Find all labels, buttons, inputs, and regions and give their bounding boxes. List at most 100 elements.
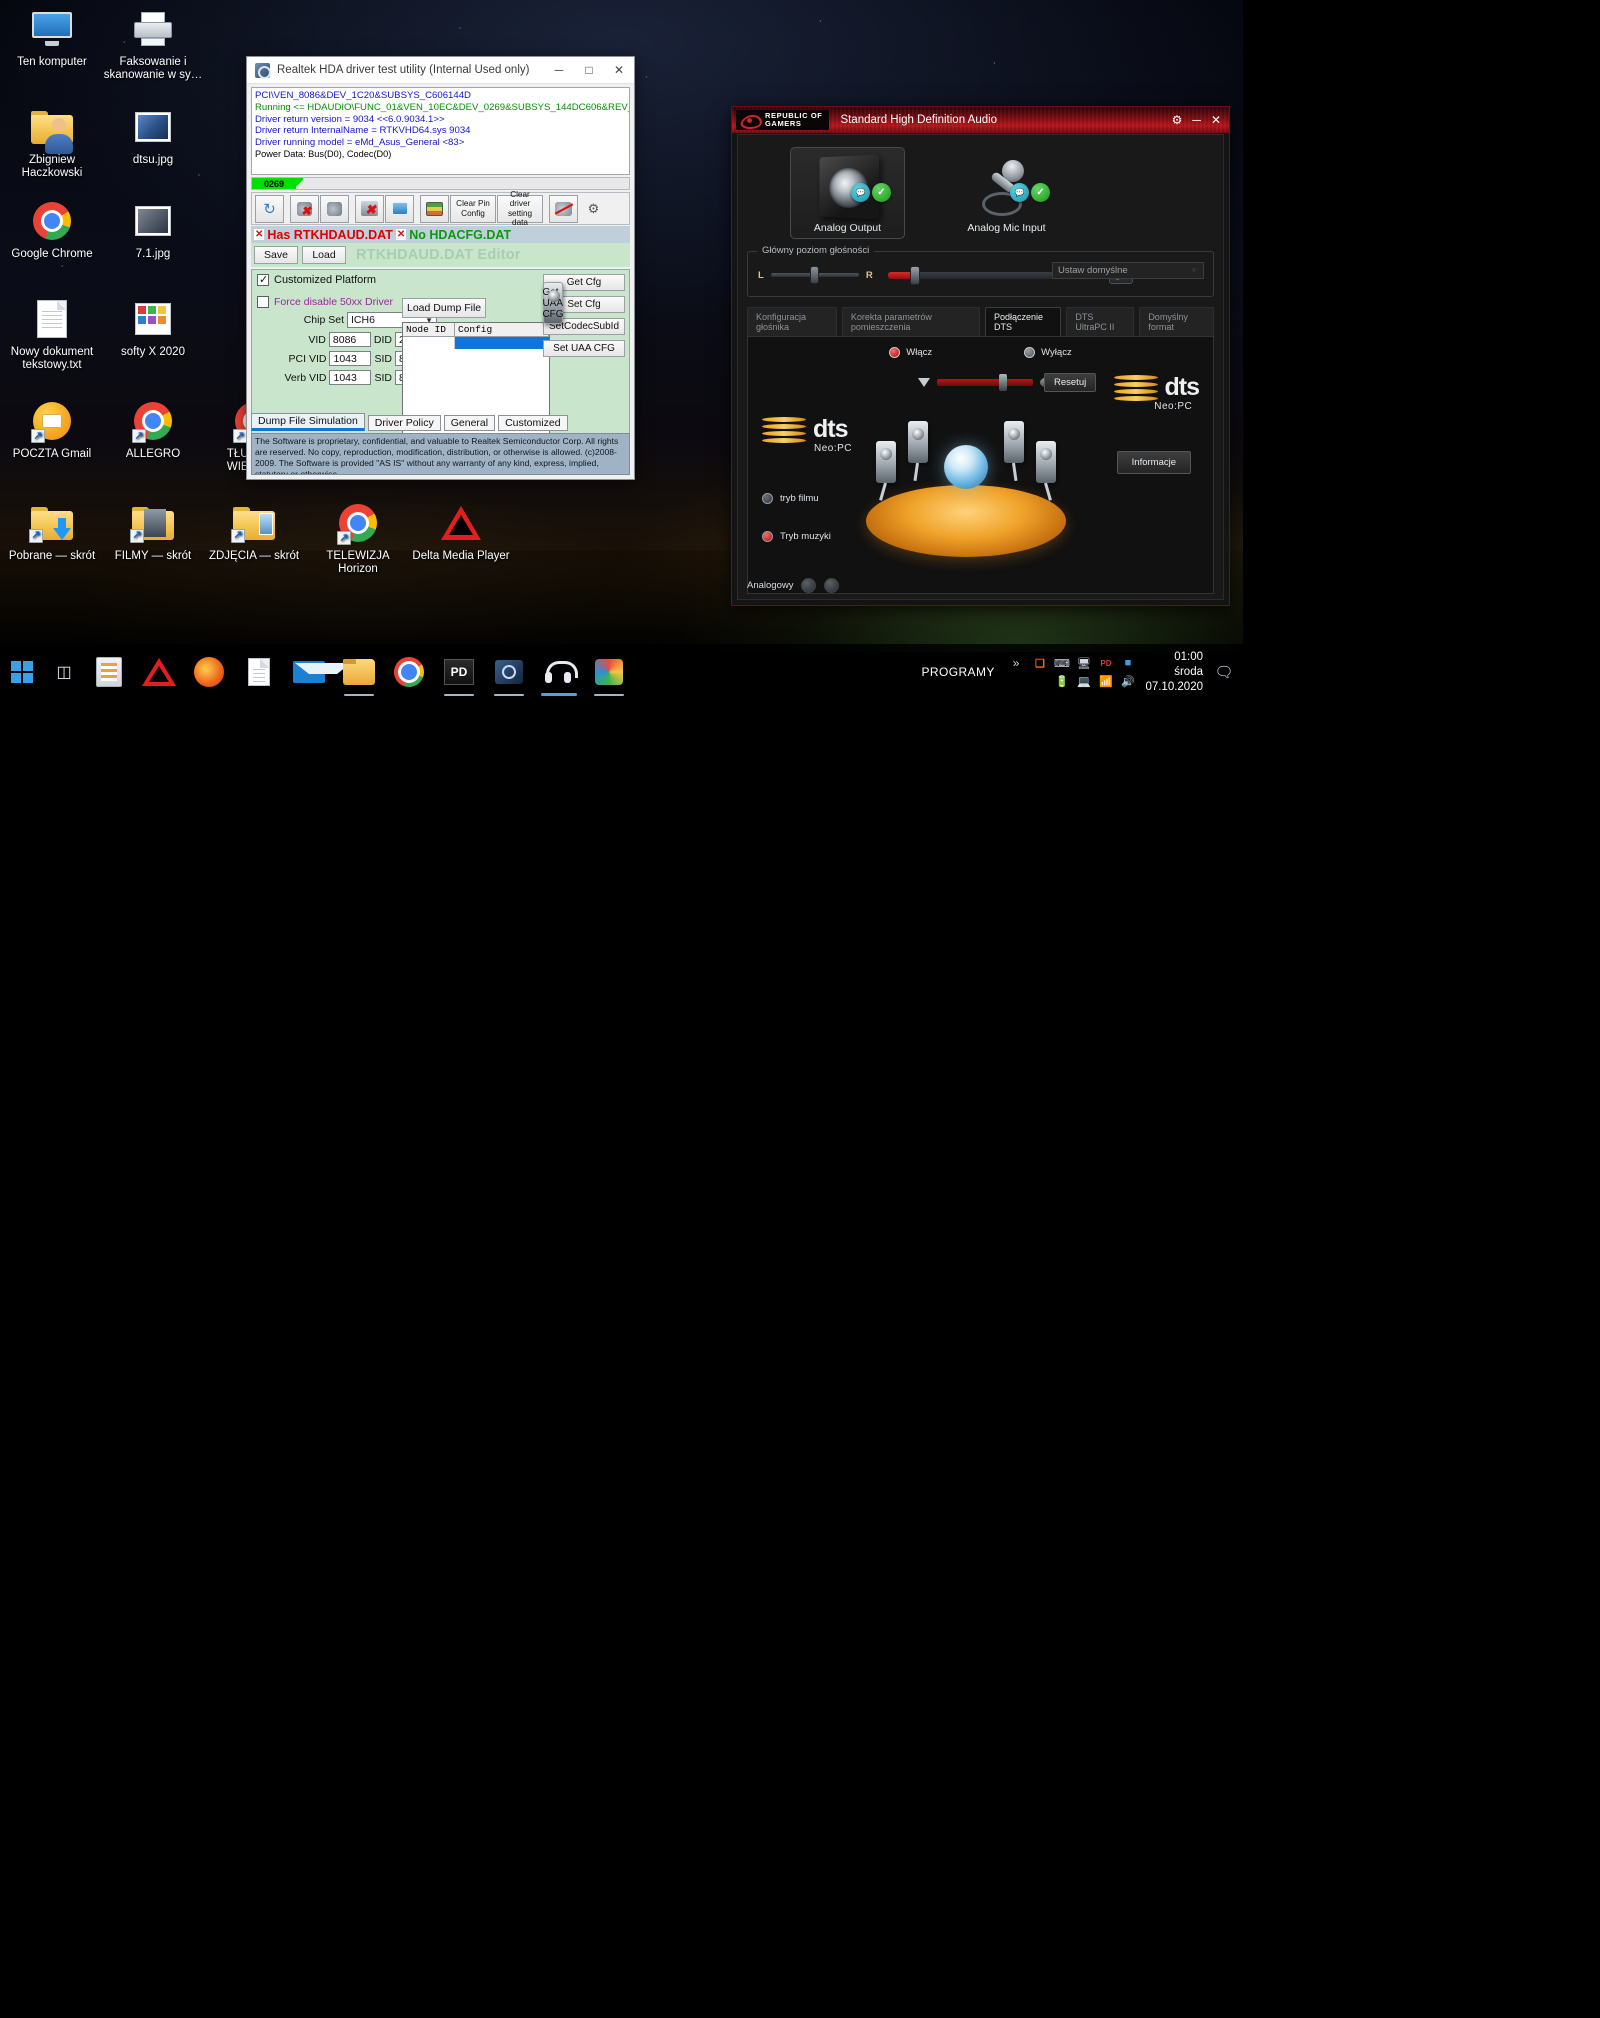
taskbar-microsoft-store[interactable] xyxy=(84,644,134,700)
volume-slider-thumb[interactable] xyxy=(909,265,920,285)
rog-titlebar[interactable]: REPUBLIC OF GAMERS Standard High Definit… xyxy=(732,107,1229,133)
desktop-icon-poczta-gmail[interactable]: ↗ POCZTA Gmail xyxy=(0,398,104,461)
desktop-icon-zbigniew[interactable]: Zbigniew Haczkowski xyxy=(0,104,104,180)
close-button[interactable]: ✕ xyxy=(1211,114,1221,126)
taskbar-powerdvd[interactable]: PD xyxy=(434,644,484,700)
clear-driver-setting-button[interactable]: Clear driver setting data xyxy=(497,190,543,227)
load-dump-file-button[interactable]: Load Dump File xyxy=(402,298,487,318)
speaker-test-button[interactable] xyxy=(320,194,349,223)
jack-1-icon[interactable] xyxy=(801,578,817,593)
vid-input[interactable]: 8086 xyxy=(328,332,371,347)
desktop-icon-google-chrome[interactable]: Google Chrome xyxy=(0,198,104,261)
jack-2-icon[interactable] xyxy=(824,578,840,593)
start-button[interactable] xyxy=(0,644,44,700)
tab-general[interactable]: General xyxy=(443,415,496,431)
desktop-icon-allegro[interactable]: ↗ ALLEGRO xyxy=(101,398,205,461)
desktop-icon-delta-media-player[interactable]: Delta Media Player xyxy=(409,500,513,563)
desktop-icon-ten-komputer[interactable]: Ten komputer xyxy=(0,6,104,69)
clear-pin-config-button[interactable]: Clear Pin Config xyxy=(450,194,496,223)
delete-data-button[interactable]: ✖ xyxy=(355,194,384,223)
minimize-button[interactable]: ─ xyxy=(544,57,574,84)
device-analog-mic-input[interactable]: Analog Mic Input 💬 ✓ xyxy=(949,147,1064,239)
tray-row-bottom: 🔋 💻 📶 🔊 xyxy=(1054,674,1135,689)
mode-tryb-filmu[interactable]: tryb filmu xyxy=(762,493,819,504)
minimize-button[interactable]: ─ xyxy=(1192,114,1201,126)
dts-settings-panel: Włącz Wyłącz dts Neo:PC dts Neo:PC Reset… xyxy=(747,336,1214,594)
mode-tryb-muzyki[interactable]: Tryb muzyki xyxy=(762,531,831,542)
default-format-select[interactable]: Ustaw domyślne ▼ xyxy=(1052,262,1204,279)
get-uaa-cfg-button[interactable]: Get UAA CFG xyxy=(542,282,564,324)
dts-effect-slider-thumb[interactable] xyxy=(999,374,1007,391)
wifi-icon[interactable]: 📶 xyxy=(1098,674,1113,689)
info-button[interactable]: Informacje xyxy=(1116,451,1191,474)
desktop-icon-telewizja[interactable]: ↗ TELEWIZJA Horizon xyxy=(306,500,410,576)
reset-button[interactable]: Resetuj xyxy=(1044,373,1097,392)
driver-stack-button[interactable] xyxy=(420,194,449,223)
tab-dts-ultrapc-ii[interactable]: DTS UltraPC II xyxy=(1066,307,1135,336)
load-button[interactable]: Load xyxy=(302,246,346,264)
tab-driver-policy[interactable]: Driver Policy xyxy=(367,415,441,431)
tray-expand-chevron-icon[interactable]: » xyxy=(1013,656,1020,670)
desktop-icon-pobrane[interactable]: ↗ Pobrane — skrót xyxy=(0,500,104,563)
desktop-icon-softy-x-2020[interactable]: softy X 2020 xyxy=(101,296,205,359)
force-disable-checkbox[interactable] xyxy=(257,296,269,308)
battery-icon[interactable]: 🔋 xyxy=(1054,674,1069,689)
desktop-icon-dtsu-jpg[interactable]: dtsu.jpg xyxy=(101,104,205,167)
taskbar-paint-3d[interactable] xyxy=(584,644,634,700)
radio-wlacz[interactable]: Włącz xyxy=(889,347,932,358)
dual-screen-icon[interactable]: 💻 xyxy=(1076,674,1091,689)
radio-wylacz[interactable]: Wyłącz xyxy=(1024,347,1072,358)
tab-dump-file-simulation[interactable]: Dump File Simulation xyxy=(251,413,365,431)
mute-button[interactable] xyxy=(549,194,578,223)
taskbar-mail[interactable] xyxy=(284,644,351,700)
monitor-button[interactable] xyxy=(385,194,414,223)
maximize-button[interactable]: □ xyxy=(574,57,604,84)
realtek-titlebar[interactable]: Realtek HDA driver test utility (Interna… xyxy=(247,57,634,84)
notification-icon[interactable]: 🗨 xyxy=(1213,644,1235,700)
dts-effect-slider[interactable] xyxy=(937,374,1033,391)
taskbar-notepad[interactable] xyxy=(234,644,284,700)
tab-konfiguracja-glosnika[interactable]: Konfiguracja głośnika xyxy=(747,307,837,336)
task-view-button[interactable]: ◫ xyxy=(44,644,84,700)
pci-vid-input[interactable]: 1043 xyxy=(329,351,372,366)
tab-korekta-parametrow[interactable]: Korekta parametrów pomieszczenia xyxy=(841,307,980,336)
taskbar-firefox[interactable] xyxy=(184,644,234,700)
disable-speaker-button[interactable]: ✖ xyxy=(290,194,319,223)
tab-podlaczenie-dts[interactable]: Podłączenie DTS xyxy=(984,307,1062,336)
rog-audio-window[interactable]: REPUBLIC OF GAMERS Standard High Definit… xyxy=(731,106,1230,606)
close-button[interactable]: ✕ xyxy=(604,57,634,84)
settings-button[interactable]: ⚙ xyxy=(579,195,608,223)
set-uaa-cfg-button[interactable]: Set UAA CFG xyxy=(543,340,625,357)
desktop-icon-zdjecia[interactable]: ↗ ZDJĘCIA — skrót xyxy=(202,500,306,563)
taskbar-dts-audio-control[interactable] xyxy=(534,644,584,700)
balance-slider-thumb[interactable] xyxy=(809,266,819,284)
taskbar-google-chrome[interactable] xyxy=(384,644,434,700)
desktop-icon-71-jpg[interactable]: 7.1.jpg xyxy=(101,198,205,261)
powerdvd-tray-icon[interactable]: PD xyxy=(1098,656,1113,671)
save-button[interactable]: Save xyxy=(254,246,298,264)
balance-slider[interactable] xyxy=(770,266,859,284)
table-row[interactable] xyxy=(403,337,549,349)
avast-icon[interactable]: ❏ xyxy=(1032,656,1047,671)
customized-platform-checkbox[interactable] xyxy=(257,273,269,286)
volume-icon[interactable]: 🔊 xyxy=(1120,674,1135,689)
desktop-icon-nowy-dokument[interactable]: Nowy dokument tekstowy.txt xyxy=(0,296,104,372)
realtek-hda-window[interactable]: Realtek HDA driver test utility (Interna… xyxy=(246,56,635,480)
device-analog-output[interactable]: Analog Output 💬 ✓ xyxy=(790,147,905,239)
network-icon[interactable]: 🖥 xyxy=(1076,656,1091,671)
verb-vid-input[interactable]: 1043 xyxy=(329,370,372,385)
tab-domyslny-format[interactable]: Domyślny format xyxy=(1139,307,1214,336)
clock[interactable]: 01:00 środa 07.10.2020 xyxy=(1145,650,1203,695)
keyboard-icon[interactable]: ⌨ xyxy=(1054,656,1070,671)
desktop-icon-filmy[interactable]: ↗ FILMY — skrót xyxy=(101,500,205,563)
tab-customized[interactable]: Customized xyxy=(498,415,568,431)
settings-gear-icon[interactable]: ⚙ xyxy=(1172,114,1183,126)
blue-icon[interactable]: ■ xyxy=(1120,656,1135,671)
status-text-no-hdacfg: No HDACFG.DAT xyxy=(409,227,512,242)
taskbar-realtek-hda-utility[interactable] xyxy=(484,644,534,700)
taskbar-file-explorer[interactable] xyxy=(334,644,384,700)
desktop-icon-faksowanie[interactable]: Faksowanie i skanowanie w sy… xyxy=(101,6,205,82)
refresh-button[interactable]: ↻ xyxy=(255,194,284,223)
log-line: Driver return InternalName = RTKVHD64.sy… xyxy=(255,125,471,137)
taskbar-delta-media-player[interactable] xyxy=(134,644,184,700)
